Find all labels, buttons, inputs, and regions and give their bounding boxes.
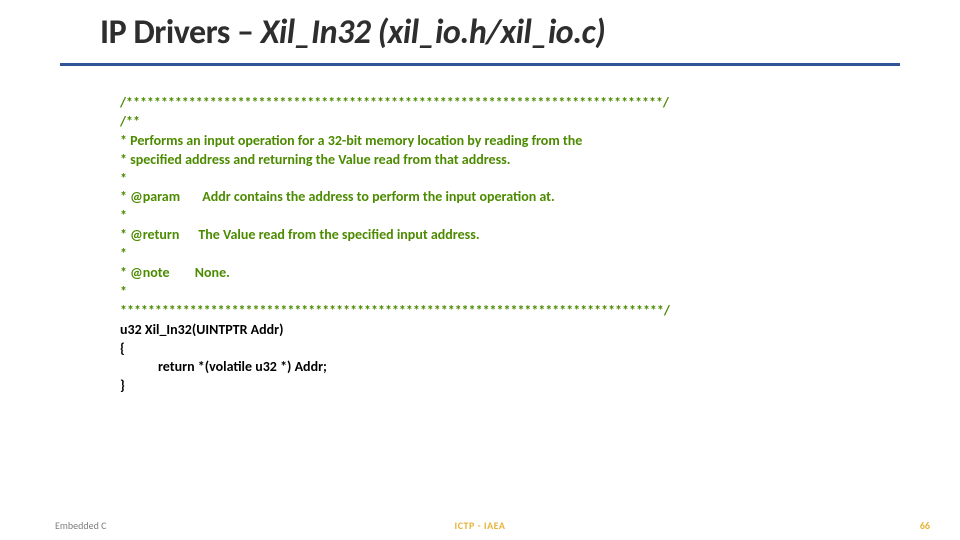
title-prefix: IP Drivers – [100,12,261,53]
footer-left: Embedded C [55,519,106,532]
code-frag [120,358,158,375]
code-line: { [120,340,125,357]
code-line: * [120,283,127,300]
code-line: * @param Addr contains the address to pe… [120,188,555,205]
title-italic: Xil_In32 (xil_io.h/xil_io.c) [261,12,606,53]
footer-page: 66 [920,519,930,532]
code-line: } [120,377,125,394]
content-area: /***************************************… [0,66,960,396]
footer-center: ICTP - IAEA [455,519,506,532]
code-frag: u32 *) Addr; [255,358,327,375]
code-line: * @note None. [120,264,230,281]
code-line: * specified address and returning the Va… [120,151,511,168]
code-line: * [120,245,127,262]
footer: Embedded C ICTP - IAEA 66 [0,519,960,532]
code-line: /** [120,113,140,130]
code-line: ****************************************… [120,302,670,319]
code-frag: return *(volatile [158,358,255,375]
code-frag: u32 [120,321,145,338]
slide-title: IP Drivers – Xil_In32 (xil_io.h/xil_io.c… [100,12,860,53]
code-frag: (UINTPTR Addr) [192,321,284,338]
code-frag: Xil_In32 [145,321,192,338]
code-line: * @return The Value read from the specif… [120,226,480,243]
code-line: * [120,170,127,187]
code-line: * [120,207,127,224]
code-line: u32 Xil_In32(UINTPTR Addr) [120,321,284,338]
code-line: return *(volatile u32 *) Addr; [120,358,327,375]
title-wrap: IP Drivers – Xil_In32 (xil_io.h/xil_io.c… [0,0,960,59]
code-line: /***************************************… [120,94,669,111]
slide: IP Drivers – Xil_In32 (xil_io.h/xil_io.c… [0,0,960,540]
code-line: * Performs an input operation for a 32-b… [120,132,582,149]
code-block: /***************************************… [120,94,840,396]
